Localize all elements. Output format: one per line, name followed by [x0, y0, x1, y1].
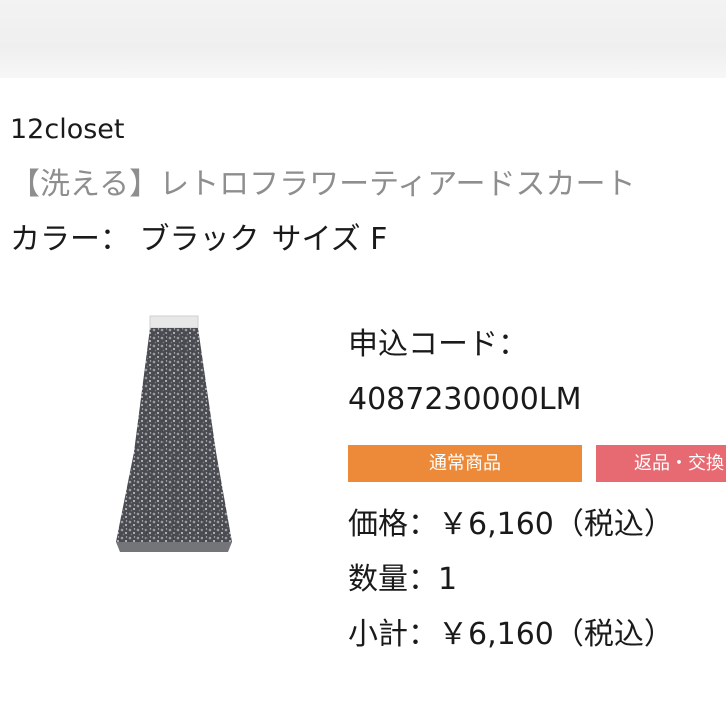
product-name[interactable]: 【洗える】レトロフラワーティアードスカート — [10, 165, 726, 205]
variant-info: カラー： ブラック サイズ F — [10, 220, 387, 260]
variant-size: サイズ F — [271, 222, 388, 257]
product-image[interactable] — [112, 312, 238, 584]
normal-item-badge: 通常商品 — [348, 445, 582, 482]
order-code-value: 4087230000LM — [348, 382, 582, 417]
order-code-label: 申込コード： — [348, 327, 528, 362]
brand-name: 12closet — [10, 114, 125, 145]
variant-color: カラー： ブラック — [10, 222, 260, 257]
return-exchange-badge: 返品・交換 — [596, 445, 726, 482]
top-bar-background — [0, 0, 726, 78]
subtotal-row: 小計：￥6,160（税込） — [348, 617, 674, 652]
quantity-row: 数量：1 — [348, 562, 458, 597]
skirt-icon — [116, 315, 232, 552]
price-row: 価格：￥6,160（税込） — [348, 507, 674, 542]
